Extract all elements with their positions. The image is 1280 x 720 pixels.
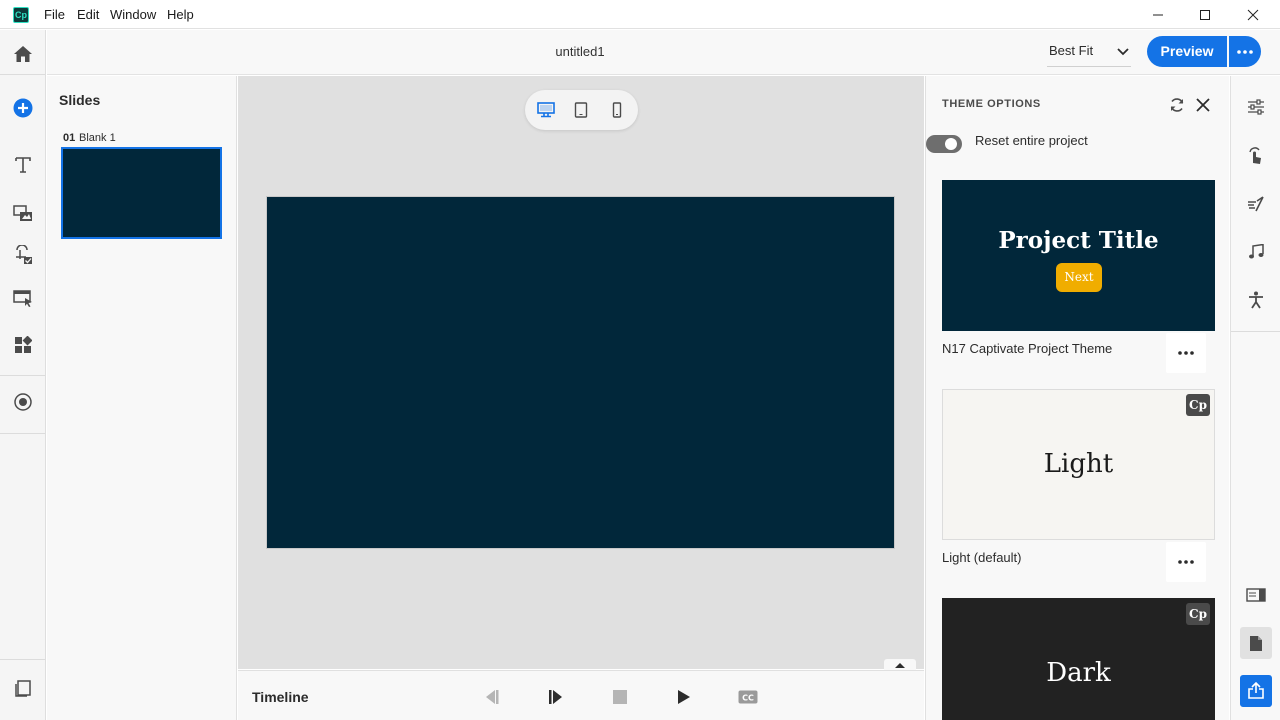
slide-name: Blank 1 (79, 132, 116, 144)
title-bar: Cp File Edit Window Help (0, 0, 1280, 29)
menu-help[interactable]: Help (167, 7, 194, 22)
play-icon[interactable] (672, 685, 696, 709)
preview-more-button[interactable] (1229, 36, 1261, 67)
add-slide-icon[interactable] (8, 93, 38, 123)
left-tool-rail (0, 30, 46, 720)
toggle-knob (945, 138, 957, 150)
theme-preview-title: Light (1043, 449, 1114, 479)
theme-preview-title: Dark (1046, 658, 1111, 688)
theme-name: Light (default) (942, 550, 1022, 565)
blocks-icon[interactable] (8, 330, 38, 360)
captivate-badge: Cp (1186, 603, 1210, 625)
slides-title: Slides (59, 92, 101, 108)
minimize-icon[interactable] (1135, 0, 1181, 29)
interactions-panel-icon[interactable] (1240, 140, 1272, 172)
closed-captions-icon[interactable]: CC (736, 685, 760, 709)
chevron-up-icon (895, 662, 905, 668)
more-icon (1178, 351, 1194, 355)
interactions-icon[interactable] (8, 240, 38, 270)
more-icon (1237, 49, 1253, 54)
zoom-select[interactable]: Best Fit (1047, 39, 1131, 67)
zoom-value: Best Fit (1049, 43, 1094, 58)
svg-text:CC: CC (742, 694, 754, 703)
audio-icon[interactable] (1240, 236, 1272, 268)
maximize-icon[interactable] (1182, 0, 1228, 29)
chevron-down-icon (1117, 48, 1129, 56)
more-icon (1178, 560, 1194, 564)
slide-number: 01 (63, 132, 76, 144)
close-icon[interactable] (1230, 0, 1276, 29)
step-forward-icon[interactable] (544, 685, 568, 709)
preview-button[interactable]: Preview (1147, 36, 1227, 67)
home-icon[interactable] (8, 39, 38, 69)
record-icon[interactable] (8, 387, 38, 417)
slides-panel: Slides 01 Blank 1 (47, 76, 237, 720)
media-icon[interactable] (8, 198, 38, 228)
timeline-label: Timeline (252, 689, 309, 705)
theme-preview-next-button: Next (1056, 263, 1102, 292)
theme-card-dark[interactable]: Cp Dark (942, 598, 1215, 720)
accessibility-icon[interactable] (1240, 284, 1272, 316)
document-icon[interactable] (1240, 627, 1272, 659)
theme-more-button[interactable] (1166, 542, 1206, 582)
slide-thumbnail[interactable] (61, 147, 222, 239)
pages-icon[interactable] (8, 673, 38, 703)
app-logo: Cp (13, 7, 29, 23)
tablet-icon[interactable] (566, 95, 596, 125)
animations-icon[interactable] (1240, 188, 1272, 220)
theme-more-button[interactable] (1166, 333, 1206, 373)
theme-options-title: THEME OPTIONS (942, 98, 1041, 110)
refresh-icon[interactable] (1167, 95, 1187, 115)
desktop-icon[interactable] (531, 95, 561, 125)
theme-card-n17[interactable]: Project Title Next (942, 180, 1215, 331)
mobile-icon[interactable] (602, 95, 632, 125)
right-properties-rail (1230, 76, 1280, 720)
document-header: untitled1 Best Fit Preview (47, 30, 1280, 75)
slide-notes-icon[interactable] (1240, 579, 1272, 611)
text-icon[interactable] (8, 150, 38, 180)
timeline-bar: Timeline CC (238, 670, 924, 720)
close-panel-icon[interactable] (1193, 95, 1213, 115)
reset-project-toggle[interactable] (926, 135, 962, 153)
theme-preview-title: Project Title (998, 227, 1159, 254)
document-title: untitled1 (555, 44, 605, 59)
reset-project-label: Reset entire project (975, 133, 1088, 148)
menu-file[interactable]: File (44, 7, 65, 22)
theme-card-light[interactable]: Cp Light (942, 389, 1215, 540)
properties-icon[interactable] (1240, 91, 1272, 123)
widgets-icon[interactable] (8, 283, 38, 313)
menu-window[interactable]: Window (110, 7, 156, 22)
menu-edit[interactable]: Edit (77, 7, 99, 22)
captivate-badge: Cp (1186, 394, 1210, 416)
slide-stage[interactable] (266, 196, 895, 549)
theme-options-panel: THEME OPTIONS Reset entire project Proje… (925, 76, 1229, 720)
publish-icon[interactable] (1240, 675, 1272, 707)
theme-name: N17 Captivate Project Theme (942, 341, 1113, 356)
canvas-area (238, 76, 924, 671)
device-toggle (525, 90, 638, 130)
stop-icon[interactable] (608, 685, 632, 709)
step-back-icon[interactable] (480, 685, 504, 709)
